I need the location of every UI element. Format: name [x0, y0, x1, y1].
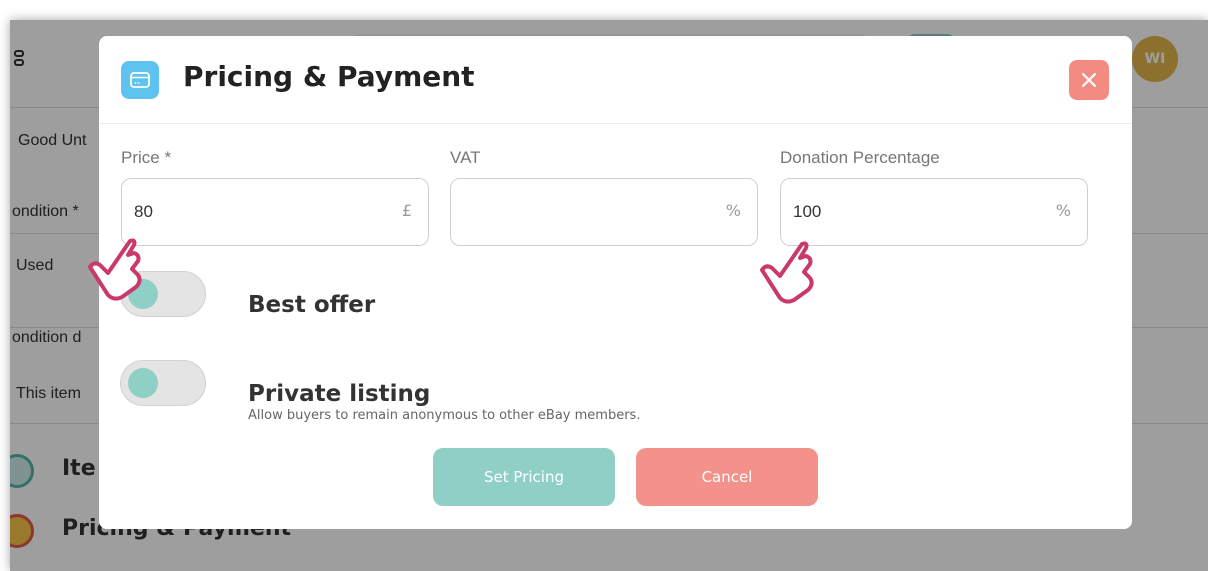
private-listing-label: Private listing — [248, 381, 431, 407]
donation-percentage-label: Donation Percentage — [780, 148, 940, 167]
cancel-button[interactable]: Cancel — [636, 448, 818, 506]
donation-percentage-field[interactable]: % — [780, 178, 1088, 246]
pricing-payment-modal: Pricing & Payment Price * £ VAT % Donati… — [99, 36, 1132, 529]
currency-suffix: £ — [401, 201, 412, 220]
close-button[interactable] — [1069, 60, 1109, 100]
set-pricing-button[interactable]: Set Pricing — [433, 448, 615, 506]
price-field[interactable]: £ — [121, 178, 429, 246]
vat-field[interactable]: % — [450, 178, 758, 246]
price-input[interactable] — [134, 179, 374, 245]
toggle-knob — [128, 368, 158, 398]
modal-header: Pricing & Payment — [99, 36, 1132, 124]
vat-label: VAT — [450, 148, 481, 167]
private-listing-description: Allow buyers to remain anonymous to othe… — [248, 408, 641, 423]
price-label: Price * — [121, 148, 172, 167]
donation-percentage-input[interactable] — [793, 179, 1033, 245]
hand-pointer-icon — [88, 238, 142, 301]
vat-input[interactable] — [463, 179, 703, 245]
percent-suffix: % — [1055, 201, 1071, 220]
private-listing-toggle[interactable] — [120, 360, 206, 406]
modal-title: Pricing & Payment — [183, 60, 475, 93]
percent-suffix: % — [725, 201, 741, 220]
close-icon — [1081, 72, 1097, 88]
hand-pointer-icon — [760, 241, 814, 304]
best-offer-label: Best offer — [248, 292, 376, 318]
card-icon — [121, 61, 159, 99]
app-window: WI Good Unt ondition * Used ondition d T… — [10, 20, 1208, 571]
